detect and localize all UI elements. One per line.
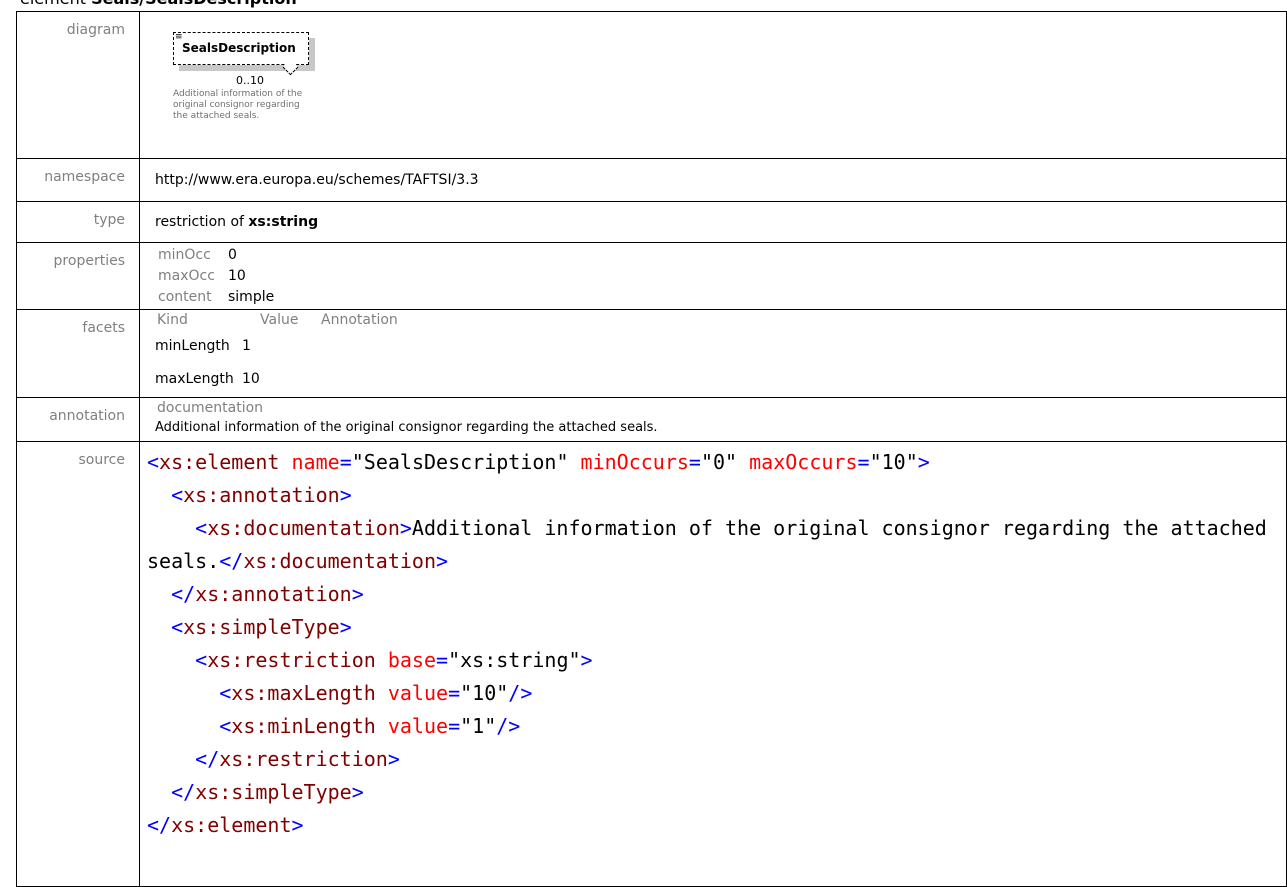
label-namespace: namespace	[16, 158, 140, 202]
property-value: 0	[228, 247, 237, 263]
property-value: 10	[228, 268, 246, 284]
facets-header-value: Value	[260, 312, 299, 328]
label-facets: facets	[16, 309, 140, 398]
namespace-value: http://www.era.europa.eu/schemes/TAFTSI/…	[139, 158, 1287, 202]
element-menu-icon: ≡	[175, 32, 183, 42]
facet-value: 1	[242, 338, 251, 354]
property-value: simple	[228, 289, 275, 305]
occurrence-label: 0..10	[236, 74, 264, 87]
heading-element-name: Seals/SealsDescription	[91, 0, 297, 8]
facet-row: minLength 1	[155, 330, 1286, 363]
source-cell: <xs:element name="SealsDescription" minO…	[139, 441, 1287, 887]
facet-kind: maxLength	[155, 371, 234, 387]
type-prefix: restriction of	[155, 214, 249, 230]
property-row: minOcc 0	[155, 245, 1286, 266]
source-code: <xs:element name="SealsDescription" minO…	[147, 450, 1279, 837]
row-diagram: diagram SealsDescription ≡ 0..10 Additio…	[16, 11, 1287, 159]
facets-header-kind: Kind	[157, 312, 188, 328]
facet-value: 10	[242, 371, 260, 387]
heading-prefix: element	[20, 0, 91, 8]
element-node-label: SealsDescription	[182, 41, 296, 55]
page-heading: element Seals/SealsDescription	[20, 0, 297, 9]
annotation-doc-text: Additional information of the original c…	[155, 420, 658, 435]
facets-header-annotation: Annotation	[321, 312, 398, 328]
property-key: minOcc	[158, 247, 211, 263]
label-source: source	[16, 441, 140, 887]
row-namespace: namespace http://www.era.europa.eu/schem…	[16, 158, 1287, 202]
row-properties: properties minOcc 0 maxOcc 10 content simpl…	[16, 242, 1287, 310]
row-source: source <xs:element name="SealsDescriptio…	[16, 441, 1287, 887]
row-annotation: annotation documentation Additional info…	[16, 397, 1287, 442]
properties-list: minOcc 0 maxOcc 10 content simple	[155, 243, 1286, 308]
label-annotation: annotation	[16, 397, 140, 442]
label-diagram: diagram	[16, 11, 140, 159]
properties-cell: minOcc 0 maxOcc 10 content simple	[139, 242, 1287, 310]
type-value: restriction of xs:string	[139, 201, 1287, 243]
diagram: SealsDescription ≡ 0..10 Additional info…	[155, 12, 1286, 157]
property-key: maxOcc	[158, 268, 215, 284]
row-type: type restriction of xs:string	[16, 201, 1287, 243]
label-properties: properties	[16, 242, 140, 310]
facet-kind: minLength	[155, 338, 230, 354]
facets-header: Kind Value Annotation	[155, 310, 1286, 330]
row-facets: facets Kind Value Annotation minLength 1 …	[16, 309, 1287, 398]
label-type: type	[16, 201, 140, 243]
annotation-cell: documentation Additional information of …	[139, 397, 1287, 442]
facet-row: maxLength 10	[155, 363, 1286, 396]
annotation-doc-label: documentation	[157, 400, 264, 416]
diagram-cell: SealsDescription ≡ 0..10 Additional info…	[139, 11, 1287, 159]
facets-cell: Kind Value Annotation minLength 1 maxLeng…	[139, 309, 1287, 398]
diagram-note: Additional information of the original c…	[173, 89, 303, 121]
element-doc-table: diagram SealsDescription ≡ 0..10 Additio…	[16, 11, 1287, 887]
property-row: maxOcc 10	[155, 266, 1286, 287]
type-base-link[interactable]: xs:string	[248, 214, 318, 230]
property-row: content simple	[155, 287, 1286, 308]
property-key: content	[158, 289, 212, 305]
